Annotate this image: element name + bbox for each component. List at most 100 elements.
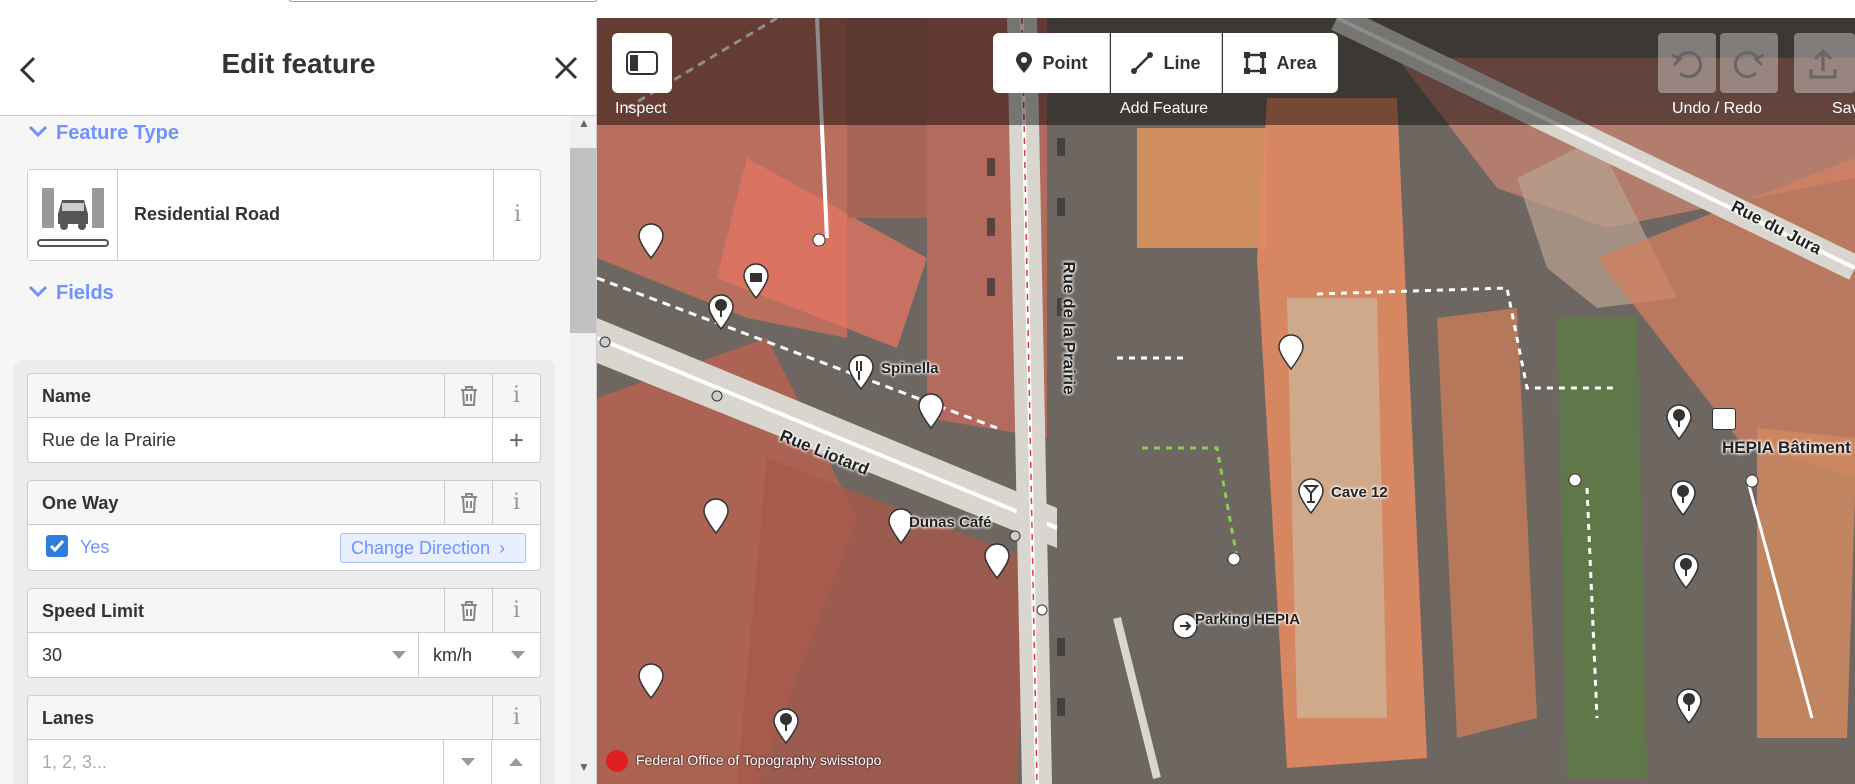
preset-selector[interactable]: Residential Road i: [27, 169, 541, 261]
fields-header: Fields: [56, 282, 114, 304]
add-line-button[interactable]: Line: [1111, 33, 1222, 93]
tree-pin-icon[interactable]: [772, 708, 800, 744]
satellite-imagery: [597, 18, 1855, 784]
lanes-placeholder: 1, 2, 3...: [42, 752, 108, 772]
undo-button[interactable]: [1658, 33, 1716, 93]
restaurant-pin-icon[interactable]: [847, 354, 875, 390]
poi-label-spinella: Spinella: [881, 360, 939, 377]
checkmark-icon: [49, 540, 65, 553]
speed-value-combo[interactable]: 30: [28, 633, 419, 677]
inspect-label: Inspect: [615, 100, 667, 117]
fields-section-toggle[interactable]: Fields: [28, 282, 114, 305]
lanes-input[interactable]: 1, 2, 3...: [28, 740, 444, 784]
speed-input-row: 30 km/h: [28, 633, 540, 677]
poi-label-dunas-cafe: Dunas Café: [909, 514, 992, 531]
map-pin-icon[interactable]: [702, 498, 730, 534]
trash-icon: [460, 601, 477, 621]
save-label: Save: [1832, 100, 1855, 117]
scroll-up-icon[interactable]: ▲: [575, 116, 593, 136]
lanes-increment-button[interactable]: [492, 740, 540, 784]
add-point-button[interactable]: Point: [993, 33, 1110, 93]
redo-button[interactable]: [1720, 33, 1778, 93]
oneway-input: Yes Change Direction ›: [28, 525, 540, 569]
speed-info-icon[interactable]: i: [492, 589, 540, 633]
tree-pin-icon[interactable]: [1669, 480, 1697, 516]
speed-unit[interactable]: km/h: [433, 645, 472, 666]
feature-type-header: Feature Type: [56, 122, 179, 144]
oneway-field-label-row: One Way i: [28, 481, 540, 525]
area-label: Area: [1276, 52, 1317, 73]
add-localized-name-button[interactable]: +: [492, 418, 540, 462]
oneway-info-icon[interactable]: i: [492, 481, 540, 525]
delete-speed-button[interactable]: [444, 589, 492, 633]
poi-label-cave-12: Cave 12: [1331, 484, 1388, 501]
edit-feature-sidebar: Edit feature ▲ ▼ Feature Type Residentia…: [0, 18, 597, 784]
speed-unit-combo[interactable]: km/h: [419, 633, 540, 677]
tree-pin-icon[interactable]: [707, 294, 735, 330]
tree-pin-icon[interactable]: [1675, 688, 1703, 724]
chevron-down-icon: [28, 285, 48, 298]
feature-type-section-toggle[interactable]: Feature Type: [28, 122, 179, 145]
sidebar-title: Edit feature: [221, 48, 376, 79]
scrollbar-thumb[interactable]: [570, 148, 596, 333]
lanes-field: Lanes i 1, 2, 3...: [27, 695, 541, 784]
preset-name: Residential Road: [134, 204, 281, 224]
chevron-right-icon: ›: [499, 538, 506, 558]
lanes-label: Lanes: [42, 708, 95, 728]
university-icon[interactable]: [1712, 408, 1736, 430]
upload-icon: [1809, 48, 1837, 79]
map-pin-icon[interactable]: [1277, 334, 1305, 370]
scroll-down-icon[interactable]: ▼: [575, 760, 593, 780]
add-area-button[interactable]: Area: [1223, 33, 1338, 93]
tree-pin-icon[interactable]: [1665, 404, 1693, 440]
add-feature-label: Add Feature: [1120, 100, 1209, 117]
undo-redo-label: Undo / Redo: [1672, 100, 1762, 117]
name-value[interactable]: Rue de la Prairie: [42, 430, 176, 451]
chevron-down-icon: [28, 125, 48, 138]
redo-icon: [1733, 51, 1765, 79]
oneway-checkbox[interactable]: [46, 535, 68, 557]
name-input[interactable]: Rue de la Prairie +: [28, 418, 540, 462]
oneway-label: One Way: [42, 493, 119, 513]
line-icon: [1131, 52, 1154, 74]
trash-icon: [460, 493, 477, 513]
change-direction-label: Change Direction: [351, 538, 491, 558]
delete-name-button[interactable]: [444, 374, 492, 418]
name-label: Name: [42, 386, 92, 406]
lanes-decrement-button[interactable]: [444, 740, 492, 784]
point-label: Point: [1042, 52, 1088, 73]
plus-icon: +: [508, 425, 525, 455]
oneway-field: One Way i Yes Change Direction ›: [27, 480, 541, 571]
lanes-info-icon[interactable]: i: [492, 696, 540, 740]
map-canvas[interactable]: Rue de la Prairie Rue Liotard Rue du Jur…: [597, 18, 1855, 784]
point-icon: [1015, 52, 1032, 73]
caret-down-icon: [461, 758, 475, 766]
speed-field-label-row: Speed Limit i: [28, 589, 540, 633]
sidebar-toggle-icon: [626, 51, 658, 75]
oneway-checkbox-label[interactable]: Yes: [80, 537, 109, 558]
street-label-rue-de-la-prairie: Rue de la Prairie: [1059, 261, 1079, 395]
area-icon: [1244, 52, 1267, 74]
speed-value[interactable]: 30: [42, 645, 62, 666]
speed-limit-field: Speed Limit i 30 km/h: [27, 588, 541, 678]
map-pin-icon[interactable]: [917, 393, 945, 429]
tree-pin-icon[interactable]: [1672, 553, 1700, 589]
lanes-field-label-row: Lanes i: [28, 696, 540, 740]
close-icon[interactable]: [550, 52, 582, 84]
top-tab-indicator: [288, 0, 598, 2]
bar-pin-icon[interactable]: [1297, 478, 1325, 514]
preset-info-icon[interactable]: i: [493, 170, 541, 260]
name-field-label-row: Name i: [28, 374, 540, 418]
map-pin-icon[interactable]: [637, 223, 665, 259]
delete-oneway-button[interactable]: [444, 481, 492, 525]
change-direction-button[interactable]: Change Direction ›: [340, 533, 526, 563]
map-pin-icon[interactable]: [983, 543, 1011, 579]
caret-down-icon: [511, 651, 525, 659]
shop-pin-icon[interactable]: [742, 263, 770, 299]
map-pin-icon[interactable]: [637, 663, 665, 699]
caret-up-icon: [509, 758, 523, 766]
save-button[interactable]: [1794, 33, 1855, 93]
poi-label-parking-hepia: Parking HEPIA: [1195, 611, 1301, 628]
inspect-button[interactable]: [612, 33, 672, 93]
name-info-icon[interactable]: i: [492, 374, 540, 418]
